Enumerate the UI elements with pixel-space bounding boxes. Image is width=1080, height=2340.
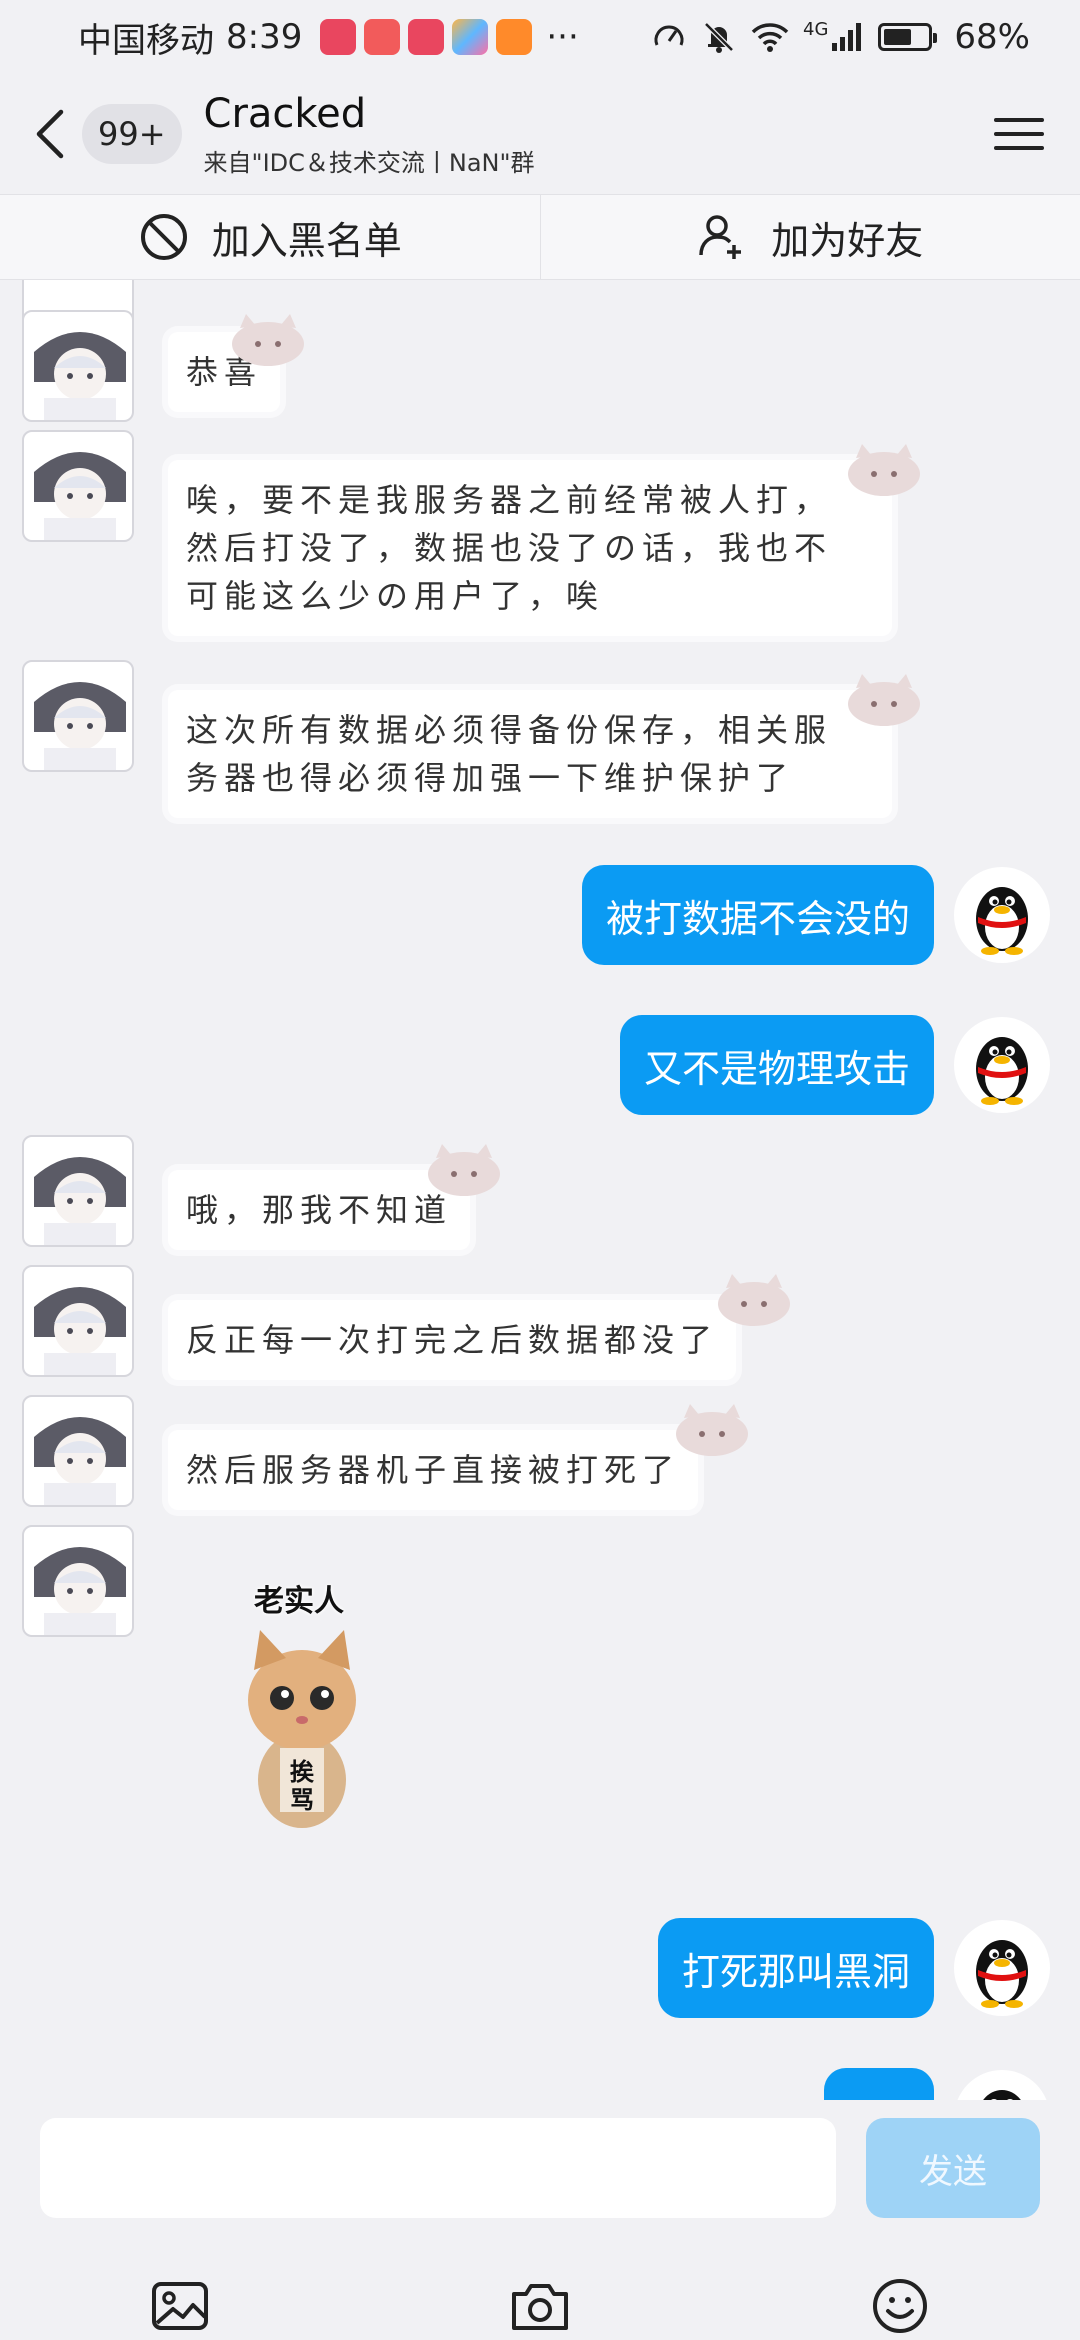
penguin-icon: [976, 1940, 1028, 2008]
chat-title: Cracked: [203, 90, 367, 137]
sticker-caption: 老实人: [254, 1584, 344, 1619]
sender-avatar[interactable]: [22, 660, 134, 772]
smiley-icon: [873, 2279, 927, 2333]
camera-button[interactable]: [510, 2276, 570, 2336]
my-avatar[interactable]: [954, 867, 1050, 963]
camera-icon: [512, 2284, 568, 2330]
add-to-blacklist-label: 加入黑名单: [211, 218, 402, 263]
unread-count-badge[interactable]: 99+: [82, 104, 182, 164]
message-text: 打死那叫黑洞: [681, 1949, 910, 1994]
message-bubble[interactable]: 打死那叫黑洞: [657, 1918, 934, 2018]
message-list[interactable]: 恭喜 唉，要不是我服务器之前经常被人打， 然后打没了，数据也没了の话，我也不 可…: [0, 280, 1080, 2100]
message-text: 这次所有数据必须得备份保存，相关服: [186, 711, 833, 749]
sender-avatar[interactable]: [22, 310, 134, 422]
message-bubble[interactable]: 这次所有数据必须得备份保存，相关服 务器也得必须得加强一下维护保护了: [168, 690, 892, 818]
sender-avatar[interactable]: [22, 430, 134, 542]
cat-decoration-icon: [676, 1404, 748, 1456]
cat-decoration-icon: [232, 314, 304, 366]
clock: 8:39: [226, 17, 303, 57]
chat-header: 99+ Cracked 来自"IDC＆技术交流丨NaN"群: [0, 74, 1080, 194]
notification-app-icon: [496, 19, 533, 55]
carrier-label: 中国移动: [78, 20, 214, 61]
message-bubble[interactable]: 被打数据不会没的: [581, 865, 934, 965]
image-icon: [152, 2282, 208, 2330]
notification-app-icon: [320, 19, 357, 55]
sender-avatar[interactable]: [22, 1395, 134, 1507]
more-notifications-icon: ···: [546, 17, 579, 57]
message-text: 可能这么少の用户了，唉: [186, 577, 605, 615]
message-input[interactable]: [40, 2118, 836, 2218]
add-friend-button[interactable]: 加为好友: [541, 195, 1080, 279]
emoji-button[interactable]: [870, 2276, 930, 2336]
message-text: 反正每一次打完之后数据都没了: [186, 1321, 719, 1359]
my-avatar[interactable]: [954, 1017, 1050, 1113]
message-text: 哦，那我不知道: [186, 1191, 453, 1229]
speedometer-icon: [654, 25, 684, 46]
notification-app-icon: [452, 19, 489, 55]
cat-decoration-icon: [428, 1144, 500, 1196]
cat-sticker[interactable]: 老实人 挨骂: [232, 1570, 402, 1830]
message-text: 唉，要不是我服务器之前经常被人打，: [186, 481, 833, 519]
network-type-label: 4G: [803, 18, 829, 40]
penguin-icon: [976, 1037, 1028, 1105]
battery-icon: [878, 23, 938, 51]
message-bubble[interactable]: 唉，要不是我服务器之前经常被人打， 然后打没了，数据也没了の话，我也不 可能这么…: [168, 460, 892, 636]
cat-decoration-icon: [848, 674, 920, 726]
menu-icon[interactable]: [994, 109, 1044, 159]
composer-toolbar: [0, 2276, 1080, 2336]
message-text: 又不是物理攻击: [643, 1046, 910, 1091]
image-picker-button[interactable]: [150, 2276, 210, 2336]
sender-avatar[interactable]: [22, 1265, 134, 1377]
add-friend-label: 加为好友: [771, 218, 924, 263]
chat-subtitle: 来自"IDC＆技术交流丨NaN"群: [203, 148, 535, 177]
message-text: 然后打没了，数据也没了の话，我也不: [186, 529, 833, 567]
message-text: 被打数据不会没的: [605, 896, 910, 941]
message-text: 然后服务器机子直接被打死了: [186, 1451, 681, 1489]
signal-icon: [832, 23, 862, 51]
block-icon: [140, 214, 187, 260]
stranger-action-bar: 加入黑名单 加为好友: [0, 194, 1080, 280]
notification-app-icon: [364, 19, 401, 55]
sender-avatar[interactable]: [22, 1135, 134, 1247]
my-avatar[interactable]: [954, 1920, 1050, 2016]
back-icon[interactable]: [30, 104, 70, 164]
penguin-icon: [976, 887, 1028, 955]
message-text: 务器也得必须得加强一下维护保护了: [186, 759, 795, 797]
sticker-body-text: 挨骂: [290, 1758, 314, 1814]
sender-avatar[interactable]: [22, 1525, 134, 1637]
add-user-icon: [699, 215, 742, 259]
message-bubble[interactable]: 然后服务器机子直接被打死了: [168, 1430, 699, 1510]
battery-percent: 68%: [954, 17, 1030, 57]
my-avatar[interactable]: [954, 2070, 1050, 2100]
penguin-icon: [983, 2090, 1021, 2100]
wifi-icon: [751, 23, 789, 52]
cat-decoration-icon: [848, 444, 920, 496]
mute-bell-icon: [704, 22, 734, 53]
message-bubble[interactable]: [824, 2068, 934, 2100]
add-to-blacklist-button[interactable]: 加入黑名单: [0, 195, 540, 279]
cat-decoration-icon: [718, 1274, 790, 1326]
send-button[interactable]: 发送: [866, 2118, 1040, 2218]
notification-app-icon: [408, 19, 445, 55]
composer: 发送: [0, 2100, 1080, 2340]
status-bar: 中国移动 8:39 ··· 4G 68%: [0, 0, 1080, 74]
message-bubble[interactable]: 又不是物理攻击: [619, 1015, 934, 1115]
message-bubble[interactable]: 反正每一次打完之后数据都没了: [168, 1300, 737, 1380]
